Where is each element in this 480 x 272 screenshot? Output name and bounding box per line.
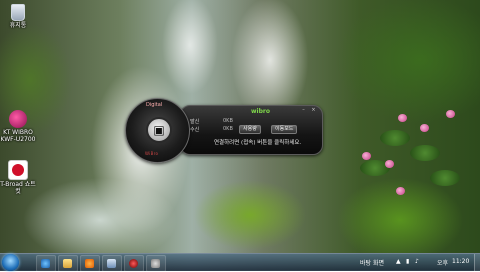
recycle-bin-icon[interactable]: 휴지통 [0, 4, 36, 29]
clock-time[interactable]: 11:20 [452, 258, 469, 265]
usage-button[interactable]: 사용량 [239, 125, 261, 134]
start-button[interactable] [2, 254, 19, 271]
desktop-toggle-label[interactable]: 바탕 화면 [360, 258, 384, 267]
media-player-icon [85, 259, 94, 268]
taskbar-explorer-button[interactable] [58, 255, 78, 272]
desktop-icon-label: 휴지통 [9, 22, 27, 29]
mobile-mode-button[interactable]: 이동모드 [271, 125, 298, 134]
tbroad-shortcut-icon[interactable]: T-Broad 쇼트컷 [0, 160, 36, 195]
sent-row: 발신 0KB [190, 118, 233, 125]
flower [398, 114, 407, 122]
dial-brand-label: WiBro [145, 151, 159, 156]
clock-ampm[interactable]: 오후 [437, 258, 448, 267]
connect-dial-button[interactable]: ▣ [146, 117, 172, 143]
sent-value: 0KB [223, 118, 233, 124]
sent-label: 발신 [190, 119, 200, 125]
wibro-dial: Digital ▣ WiBro [125, 98, 190, 163]
desktop-icon-label: T-Broad 쇼트컷 [0, 181, 36, 195]
folder-icon [63, 259, 72, 268]
digital-logo: Digital [146, 102, 163, 108]
flower [446, 110, 455, 118]
wibro-app-icon [9, 110, 27, 128]
tbroad-app-icon [8, 160, 28, 180]
wibro-widget: wibro – × 발신 0KB 수신 0KB 사용량 이동모드 연결하려면 (… [125, 98, 323, 163]
taskbar-tbroad-button[interactable] [146, 255, 166, 272]
tbroad-taskbar-icon [151, 259, 160, 268]
kt-wibro-shortcut-icon[interactable]: KT WIBRO KWF-U2700 [0, 110, 36, 143]
wibro-taskbar-icon [129, 259, 138, 268]
trash-icon [11, 4, 25, 21]
wibro-info-panel: wibro – × 발신 0KB 수신 0KB 사용량 이동모드 연결하려면 (… [180, 105, 323, 155]
taskbar-app-button[interactable] [102, 255, 122, 272]
minimize-button[interactable]: – [300, 108, 307, 113]
show-desktop-button[interactable] [474, 254, 480, 271]
network-icon[interactable]: ▮ [406, 258, 409, 265]
wibro-brand: wibro [251, 108, 270, 115]
foliage [410, 145, 440, 161]
internet-explorer-icon [41, 259, 50, 268]
taskbar-wibro-button[interactable] [124, 255, 144, 272]
taskbar-ie-button[interactable] [36, 255, 56, 272]
received-value: 0KB [223, 126, 233, 132]
flower [385, 160, 394, 168]
status-message: 연결하려면 (접속) 버튼을 클릭하세요. [214, 140, 302, 146]
taskbar-media-button[interactable] [80, 255, 100, 272]
volume-icon[interactable]: ♪ [415, 258, 419, 265]
desktop-icon-label: KT WIBRO KWF-U2700 [0, 129, 36, 143]
close-button[interactable]: × [310, 108, 317, 113]
received-row: 수신 0KB [190, 126, 233, 133]
received-label: 수신 [190, 127, 200, 133]
flower [362, 152, 371, 160]
flower [396, 187, 405, 195]
tray-arrow-icon[interactable]: ▲ [396, 258, 401, 265]
app-window-icon [107, 259, 116, 268]
taskbar: 바탕 화면 ▲ ▮ ♪ 오후 11:20 [0, 253, 480, 272]
foliage [380, 130, 410, 146]
foliage [430, 170, 460, 186]
flower [420, 124, 429, 132]
